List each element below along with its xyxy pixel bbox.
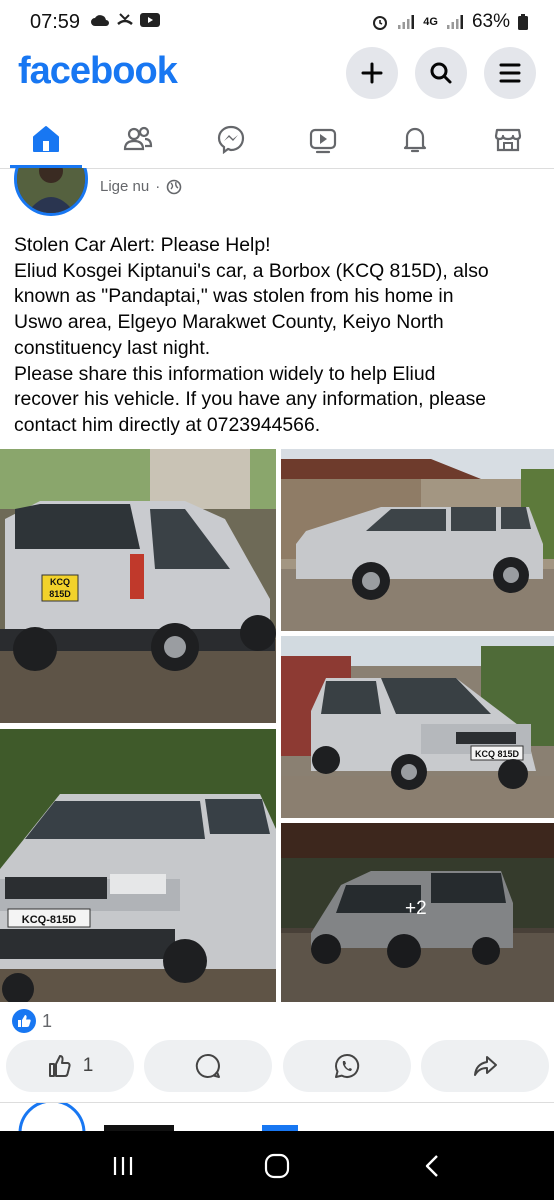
youtube-icon <box>140 13 160 27</box>
post-text: Stolen Car Alert: Please Help! Eliud Kos… <box>14 233 544 439</box>
post-line: known as "Pandaptai," was stolen from hi… <box>14 285 454 308</box>
alarm-icon <box>373 16 388 30</box>
whatsapp-icon <box>335 1053 360 1078</box>
like-count: 1 <box>82 1055 94 1076</box>
video-icon <box>310 128 337 154</box>
author-avatar[interactable] <box>14 168 88 216</box>
notification-icons <box>90 12 160 28</box>
menu-button[interactable] <box>484 47 536 99</box>
plus-icon <box>361 62 383 84</box>
post-line: recover his vehicle. If you have any inf… <box>14 388 487 411</box>
tab-friends[interactable] <box>92 110 184 168</box>
post-photo-1[interactable]: KCQ 815D <box>0 449 276 723</box>
next-post-preview <box>0 1103 554 1133</box>
post-photo-3[interactable]: KCQ 815D <box>281 636 554 818</box>
back-button[interactable] <box>393 1131 473 1200</box>
menu-icon <box>499 63 521 83</box>
network-label: 4G <box>423 16 438 28</box>
post-line: Eliud Kosgei Kiptanui's car, a Borbox (K… <box>14 259 489 282</box>
comment-icon <box>195 1053 220 1078</box>
post-line: Uswo area, Elgeyo Marakwet County, Keiyo… <box>14 311 444 334</box>
like-button[interactable]: 1 <box>6 1040 134 1092</box>
reaction-count: 1 <box>42 1010 53 1031</box>
facebook-logo[interactable]: facebook <box>18 50 178 93</box>
clock-time: 07:59 <box>30 11 81 33</box>
create-button[interactable] <box>346 47 398 99</box>
home-button[interactable] <box>237 1131 317 1200</box>
tab-notifications[interactable] <box>369 110 461 168</box>
home-icon <box>33 126 60 152</box>
cloud-icon <box>91 15 109 26</box>
post-line: constituency last night. <box>14 336 211 359</box>
recent-apps-button[interactable] <box>83 1131 163 1200</box>
signal-icon <box>398 15 415 29</box>
messenger-icon <box>217 125 244 154</box>
system-indicators: 4G 63% <box>371 11 528 33</box>
plate-text-1: KCQ <box>50 577 70 587</box>
missed-call-icon <box>117 13 133 25</box>
post-photo-2[interactable] <box>281 449 554 631</box>
home-circle-icon <box>264 1153 290 1178</box>
tab-marketplace[interactable] <box>462 110 554 168</box>
like-reaction-icon <box>12 1009 36 1033</box>
more-photos-count[interactable]: +2 <box>405 898 427 920</box>
search-icon <box>430 62 452 84</box>
system-navigation-bar <box>0 1131 554 1200</box>
globe-icon <box>166 179 182 194</box>
tab-video[interactable] <box>277 110 369 168</box>
friends-icon <box>124 126 153 151</box>
plate-text-3: KCQ 815D <box>475 749 520 759</box>
marketplace-icon <box>494 128 521 152</box>
comment-button[interactable] <box>144 1040 272 1092</box>
bell-icon <box>404 127 427 153</box>
search-button[interactable] <box>415 47 467 99</box>
post-line: Please share this information widely to … <box>14 362 436 385</box>
battery-percent: 63% <box>471 11 510 32</box>
meta-separator: · <box>155 178 161 195</box>
plate-text-4: KCQ-815D <box>22 914 76 926</box>
thumbs-up-icon <box>48 1055 71 1077</box>
status-bar: 07:59 4G 63% <box>0 0 554 44</box>
svg-text:815D: 815D <box>49 589 71 599</box>
whatsapp-share-button[interactable] <box>283 1040 411 1092</box>
share-arrow-icon <box>474 1056 497 1076</box>
tab-messenger[interactable] <box>185 110 277 168</box>
signal-icon-2 <box>446 15 463 29</box>
post-photo-4[interactable]: KCQ-815D <box>0 729 276 1002</box>
post-line: Stolen Car Alert: Please Help! <box>14 234 271 256</box>
share-button[interactable] <box>421 1040 549 1092</box>
tab-home[interactable] <box>0 110 92 168</box>
recent-apps-icon <box>113 1156 133 1175</box>
post-line: contact him directly at 0723944566. <box>14 413 321 436</box>
back-icon <box>425 1154 438 1177</box>
post-time[interactable]: Lige nu <box>100 178 149 195</box>
battery-icon <box>518 14 528 30</box>
post-photo-5[interactable]: +2 <box>281 823 554 1002</box>
main-nav <box>0 110 554 168</box>
reaction-summary[interactable]: 1 <box>12 1009 52 1033</box>
post-meta: Lige nu · <box>100 178 182 195</box>
